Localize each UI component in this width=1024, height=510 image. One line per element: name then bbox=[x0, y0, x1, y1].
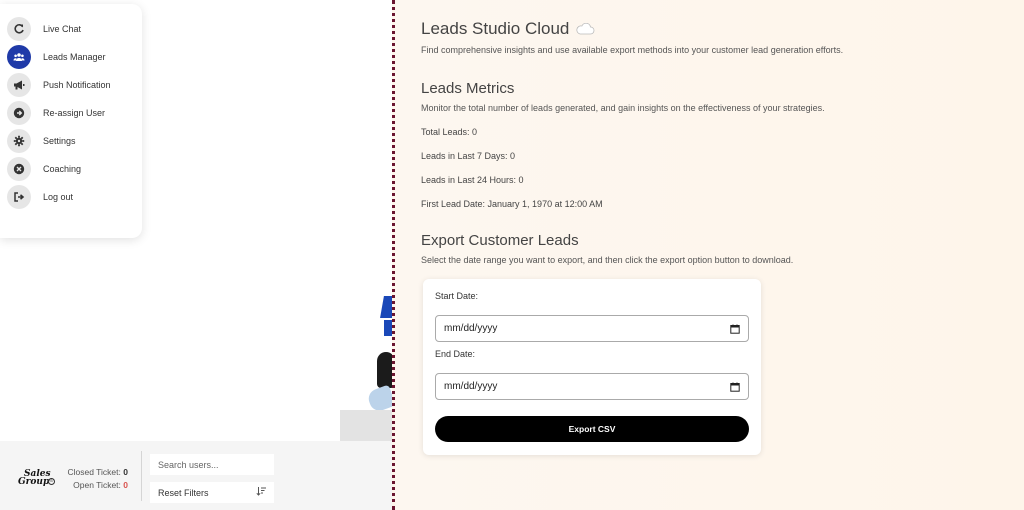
footer-divider bbox=[141, 451, 142, 501]
closed-ticket-count: 0 bbox=[123, 467, 128, 477]
menu-item-live-chat[interactable]: Live Chat bbox=[0, 15, 142, 43]
illustration-desk bbox=[340, 410, 395, 442]
logo-badge: ® bbox=[48, 478, 55, 485]
end-date-value: mm/dd/yyyy bbox=[444, 381, 498, 392]
page-title: Leads Studio Cloud bbox=[421, 19, 1024, 39]
metrics-heading: Leads Metrics bbox=[421, 80, 515, 97]
cloud-icon bbox=[576, 23, 595, 35]
total-leads-metric: Total Leads: 0 bbox=[421, 127, 478, 137]
end-date-label: End Date: bbox=[435, 349, 476, 359]
refresh-icon bbox=[7, 17, 31, 41]
page-subtitle: Find comprehensive insights and use avai… bbox=[421, 45, 844, 55]
menu-item-coaching[interactable]: Coaching bbox=[0, 155, 142, 183]
menu-label: Live Chat bbox=[43, 24, 82, 34]
menu-item-push-notification[interactable]: Push Notification bbox=[0, 71, 142, 99]
menu-label: Coaching bbox=[43, 164, 82, 174]
leads-7-days-metric: Leads in Last 7 Days: 0 bbox=[421, 151, 516, 161]
export-subtitle: Select the date range you want to export… bbox=[421, 255, 794, 265]
first-lead-date-metric: First Lead Date: January 1, 1970 at 12:0… bbox=[421, 199, 603, 209]
start-date-value: mm/dd/yyyy bbox=[444, 323, 498, 334]
reset-filters-button[interactable]: Reset Filters bbox=[150, 482, 274, 503]
export-heading: Export Customer Leads bbox=[421, 232, 579, 249]
leads-studio-panel: Leads Studio Cloud Find comprehensive in… bbox=[392, 0, 1024, 510]
closed-ticket-stat: Closed Ticket: 0 bbox=[62, 466, 129, 479]
menu-label: Log out bbox=[43, 192, 74, 202]
menu-label: Push Notification bbox=[43, 80, 111, 90]
users-icon bbox=[7, 45, 31, 69]
sales-group-logo: Sales Group ® bbox=[18, 470, 58, 494]
menu-item-logout[interactable]: Log out bbox=[0, 183, 142, 211]
end-date-input[interactable]: mm/dd/yyyy bbox=[435, 373, 749, 400]
logout-icon bbox=[7, 185, 31, 209]
footer-bar: Sales Group ® Closed Ticket: 0 Open Tick… bbox=[0, 441, 392, 510]
start-date-input[interactable]: mm/dd/yyyy bbox=[435, 315, 749, 342]
metrics-subtitle: Monitor the total number of leads genera… bbox=[421, 103, 825, 113]
side-menu: Live Chat Leads Manager Push Notificatio… bbox=[0, 4, 142, 238]
leads-24-hours-metric: Leads in Last 24 Hours: 0 bbox=[421, 175, 524, 185]
page-title-text: Leads Studio Cloud bbox=[421, 19, 570, 38]
reset-filters-label: Reset Filters bbox=[158, 487, 209, 498]
sort-icon bbox=[256, 487, 266, 498]
calendar-icon[interactable] bbox=[730, 324, 740, 334]
open-ticket-stat: Open Ticket: 0 bbox=[62, 479, 128, 492]
start-date-label: Start Date: bbox=[435, 291, 479, 301]
menu-label: Settings bbox=[43, 136, 76, 146]
close-circle-icon bbox=[7, 157, 31, 181]
export-card: Start Date: mm/dd/yyyy End Date: mm/dd/y… bbox=[423, 279, 761, 455]
search-users-input[interactable] bbox=[150, 454, 274, 475]
closed-ticket-label: Closed Ticket: bbox=[67, 467, 121, 477]
arrow-right-circle-icon bbox=[7, 101, 31, 125]
open-ticket-label: Open Ticket: bbox=[73, 480, 121, 490]
menu-item-settings[interactable]: Settings bbox=[0, 127, 142, 155]
menu-label: Re-assign User bbox=[43, 108, 106, 118]
menu-item-reassign-user[interactable]: Re-assign User bbox=[0, 99, 142, 127]
menu-item-leads-manager[interactable]: Leads Manager bbox=[0, 43, 142, 71]
export-csv-button[interactable]: Export CSV bbox=[435, 416, 749, 442]
ticket-stats: Closed Ticket: 0 Open Ticket: 0 bbox=[62, 466, 129, 492]
background-illustration bbox=[335, 290, 397, 442]
gear-icon bbox=[7, 129, 31, 153]
megaphone-icon bbox=[7, 73, 31, 97]
open-ticket-count: 0 bbox=[123, 480, 128, 490]
menu-label: Leads Manager bbox=[43, 52, 106, 62]
calendar-icon[interactable] bbox=[730, 382, 740, 392]
